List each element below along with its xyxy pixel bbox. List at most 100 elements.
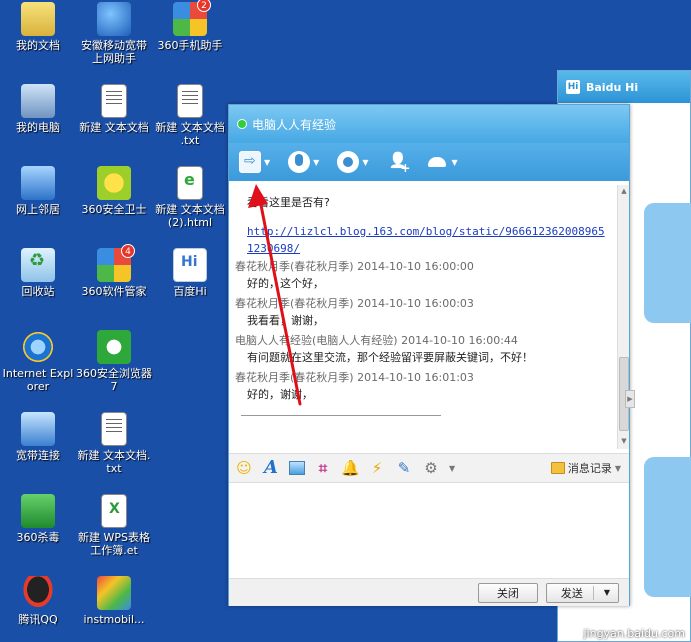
desktop-icon-label: 新建 WPS表格工作簿.et xyxy=(78,531,150,557)
desktop-icon-wps-sheet[interactable]: 新建 WPS表格工作簿.et xyxy=(76,494,152,557)
desktop-icon-anhui-mobile[interactable]: 安徽移动宽带上网助手 xyxy=(76,2,152,65)
chevron-down-icon: ▼ xyxy=(614,463,621,473)
text-document-icon xyxy=(101,412,127,446)
ie-icon xyxy=(21,330,55,364)
installer-icon xyxy=(97,576,131,610)
desktop-icon-label: 新建 文本文档.txt xyxy=(77,449,151,475)
folder-icon xyxy=(21,2,55,36)
baidu-hi-title: Baidu Hi xyxy=(586,80,639,94)
software-manager-icon: 4 xyxy=(97,244,135,282)
desktop-icon-my-documents[interactable]: 我的文档 xyxy=(0,2,76,52)
desktop-icon-new-text-txt[interactable]: 新建 文本文档.txt xyxy=(76,412,152,475)
desktop-icon-label: instmobil... xyxy=(83,613,145,626)
scroll-down-icon[interactable]: ▼ xyxy=(619,437,629,447)
computer-icon xyxy=(21,84,55,118)
chat-window[interactable]: 电脑人人有经验 ▼ ▼ ▼ ▼ ...... 看看这里是否有? http://l… xyxy=(228,104,630,606)
divider xyxy=(592,585,594,600)
video-button[interactable]: ▼ xyxy=(337,151,368,173)
desktop-icon-qq[interactable]: 腾讯QQ xyxy=(0,576,76,626)
close-button[interactable]: 关闭 xyxy=(477,582,538,603)
send-file-icon xyxy=(239,151,261,173)
send-file-button[interactable]: ▼ xyxy=(239,151,270,173)
desktop-icon-label: 网上邻居 xyxy=(16,203,60,216)
desktop-icon-label: 腾讯QQ xyxy=(18,613,58,626)
desktop-icon-360-mobile[interactable]: 2 360手机助手 xyxy=(152,0,228,52)
recycle-bin-icon xyxy=(21,248,55,282)
desktop-icon-new-html[interactable]: 新建 文本文档 (2).html xyxy=(152,166,228,229)
scroll-up-icon[interactable]: ▲ xyxy=(619,187,629,197)
font-icon[interactable]: A xyxy=(262,459,280,477)
desktop-icon-my-computer[interactable]: 我的电脑 xyxy=(0,84,76,134)
contact-avatar-panel[interactable] xyxy=(644,457,691,597)
gear-icon[interactable]: ⚙ xyxy=(422,459,440,477)
chevron-down-icon[interactable]: ▼ xyxy=(604,588,610,597)
360-mobile-icon: 2 xyxy=(173,0,211,36)
desktop-icon-network[interactable]: 网上邻居 xyxy=(0,166,76,216)
desktop-icon-instmobil[interactable]: instmobil... xyxy=(76,576,152,626)
chevron-down-icon: ▼ xyxy=(264,157,271,167)
baidu-hi-icon xyxy=(173,248,207,282)
desktop-icon-recycle-bin[interactable]: 回收站 xyxy=(0,248,76,298)
mobile-broadband-icon xyxy=(97,2,131,36)
webcam-icon xyxy=(337,151,360,173)
desktop-icon-new-text-doc-txt[interactable]: 新建 文本文档 .txt xyxy=(152,84,228,147)
chevron-right-icon[interactable]: ▶ xyxy=(625,390,635,408)
bell-icon[interactable]: 🔔 xyxy=(341,459,360,477)
voice-button[interactable]: ▼ xyxy=(288,151,319,173)
desktop-icon-new-text-doc[interactable]: 新建 文本文档 xyxy=(76,84,152,134)
desktop-icon-label: 360安全浏览器7 xyxy=(76,367,152,393)
message-history[interactable]: ...... 看看这里是否有? http://lizlcl.blog.163.c… xyxy=(229,181,617,451)
desktop-icon-label: 360软件管家 xyxy=(81,285,147,298)
online-status-icon xyxy=(237,119,247,129)
desktop-icon-broadband[interactable]: 宽带连接 xyxy=(0,412,76,462)
desktop-icon-label: 我的文档 xyxy=(16,39,60,52)
baidu-hi-logo-icon: Hi xyxy=(566,80,580,94)
desktop-icon-baidu-hi[interactable]: 百度Hi xyxy=(152,248,228,298)
microphone-icon xyxy=(288,151,311,173)
divider xyxy=(241,415,441,416)
spreadsheet-icon xyxy=(101,494,127,528)
browser-icon xyxy=(97,330,131,364)
message-body: 我看看，谢谢， xyxy=(247,314,324,327)
desktop-icon-360-softmgr[interactable]: 4 360软件管家 xyxy=(76,244,152,298)
history-icon xyxy=(550,462,565,474)
send-button[interactable]: 发送 ▼ xyxy=(545,582,619,603)
chevron-down-icon[interactable]: ▼ xyxy=(449,464,455,473)
message-history-button[interactable]: 消息记录 ▼ xyxy=(550,460,621,476)
desktop-icon-ie[interactable]: Internet Explorer xyxy=(0,330,76,393)
text-document-icon xyxy=(101,84,127,118)
edit-icon[interactable]: ✎ xyxy=(395,459,413,477)
message-header: 春花秋月季(春花秋月季) 2014-10-10 16:00:03 xyxy=(235,297,474,310)
add-user-button[interactable] xyxy=(386,151,410,175)
chat-titlebar[interactable]: 电脑人人有经验 xyxy=(229,105,629,143)
desktop-icon-label: 百度Hi xyxy=(173,285,207,298)
window-shake-icon[interactable]: ⚡ xyxy=(368,459,386,477)
chevron-down-icon: ▼ xyxy=(451,157,458,167)
message-scrollbar[interactable]: ▲ ▼ xyxy=(617,185,629,449)
format-toolbar: ☺ A ⌗ 🔔 ⚡ ✎ ⚙ ▼ 消息记录 ▼ xyxy=(229,453,629,483)
message-header: 春花秋月季(春花秋月季) 2014-10-10 16:01:03 xyxy=(235,371,474,384)
notification-badge: 2 xyxy=(197,0,211,12)
html-document-icon xyxy=(177,166,203,200)
history-label: 消息记录 xyxy=(567,462,612,475)
screenshot-crop-icon[interactable]: ⌗ xyxy=(314,459,332,477)
button-bar: 关闭 发送 ▼ xyxy=(229,578,629,606)
notification-badge: 4 xyxy=(121,244,135,258)
message-header-truncated: ...... xyxy=(235,187,255,193)
baidu-hi-titlebar[interactable]: Hi Baidu Hi xyxy=(558,71,690,103)
message-link[interactable]: http://lizlcl.blog.163.com/blog/static/9… xyxy=(235,223,611,257)
contact-avatar-panel[interactable] xyxy=(644,203,691,323)
desktop-icon-label: 宽带连接 xyxy=(16,449,60,462)
emoji-icon[interactable]: ☺ xyxy=(235,459,253,477)
chat-toolbar: ▼ ▼ ▼ ▼ xyxy=(229,143,629,181)
desktop-icon-label: 回收站 xyxy=(21,285,55,298)
desktop-icon-label: 新建 文本文档 xyxy=(79,121,149,134)
desktop-icon-360-safe[interactable]: 360安全卫士 xyxy=(76,166,152,216)
chevron-down-icon: ▼ xyxy=(362,157,369,167)
qq-icon xyxy=(21,576,55,610)
desktop-icon-360-browser[interactable]: 360安全浏览器7 xyxy=(76,330,152,393)
desktop-icon-360-antivirus[interactable]: 360杀毒 xyxy=(0,494,76,544)
remote-assist-button[interactable]: ▼ xyxy=(426,151,458,173)
message-input[interactable] xyxy=(229,484,629,578)
image-icon[interactable] xyxy=(289,461,305,475)
